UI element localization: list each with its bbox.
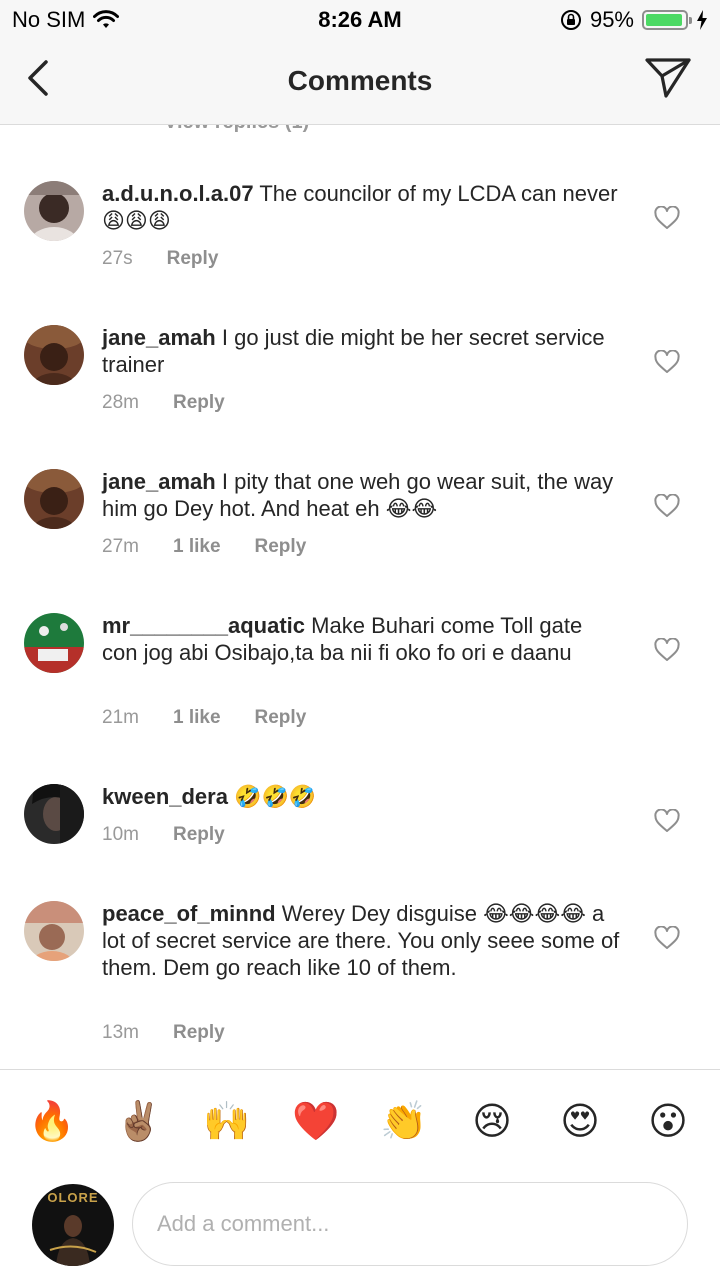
comment-time: 27s [102,248,133,269]
comment-content: 🤣🤣🤣 [234,784,317,809]
reply-button[interactable]: Reply [255,707,307,729]
comment-username[interactable]: a.d.u.n.o.l.a.07 [102,181,254,206]
comment-username[interactable]: peace_of_minnd [102,901,276,926]
comment-username[interactable]: jane_amah [102,469,216,494]
comment-meta: 27s Reply [102,248,218,270]
fire-emoji-button[interactable]: 🔥 [28,1098,76,1146]
charging-bolt-icon [697,10,707,30]
comment-time: 27m [102,536,139,557]
battery-icon [642,10,692,30]
comment-time: 13m [102,1022,139,1043]
status-bar: No SIM 8:26 AM 95% [0,0,720,40]
clapping-hands-emoji-button[interactable]: 👏 [380,1098,428,1146]
quick-emoji-bar: 🔥 ✌🏽 🙌 ❤️ 👏 😢 😍 😮 [0,1098,720,1150]
status-right: 95% [560,7,708,33]
navigation-bar: Comments [0,40,720,125]
comment-input[interactable] [132,1182,688,1266]
avatar[interactable] [24,613,84,673]
reply-button[interactable]: Reply [173,392,225,414]
crying-face-emoji-button[interactable]: 😢 [468,1098,516,1146]
heart-icon[interactable] [654,494,680,518]
reply-button[interactable]: Reply [255,536,307,558]
likes-count[interactable]: 1 like [173,536,221,558]
comment-time: 28m [102,392,139,413]
reply-button[interactable]: Reply [173,824,225,846]
avatar[interactable] [24,325,84,385]
comment-username[interactable]: mr________aquatic [102,613,305,638]
heart-icon[interactable] [654,926,680,950]
comment-text: mr________aquatic Make Buhari come Toll … [102,612,622,666]
comment-username[interactable]: kween_dera [102,784,228,809]
avatar[interactable] [24,784,84,844]
heart-eyes-emoji-button[interactable]: 😍 [556,1098,604,1146]
avatar[interactable] [24,901,84,961]
view-replies-link[interactable]: View replies (1) [164,125,309,134]
current-user-avatar: OLORE [32,1184,114,1266]
comment-meta: 21m 1 like Reply [102,707,306,729]
orientation-lock-icon [560,10,581,30]
reply-button[interactable]: Reply [167,248,219,270]
comment-time: 10m [102,824,139,845]
comment-text: a.d.u.n.o.l.a.07 The councilor of my LCD… [102,180,622,234]
reply-button[interactable]: Reply [173,1022,225,1044]
victory-hand-emoji-button[interactable]: ✌🏽 [115,1098,163,1146]
surprised-face-emoji-button[interactable]: 😮 [644,1098,692,1146]
comment-meta: 10m Reply [102,824,225,846]
comment-meta: 28m Reply [102,392,225,414]
comment-text: jane_amah I pity that one weh go wear su… [102,468,622,522]
heart-icon[interactable] [654,350,680,374]
comment-text: jane_amah I go just die might be her sec… [102,324,622,378]
comment-meta: 13m Reply [102,1022,225,1044]
battery-percent: 95% [589,7,634,32]
avatar[interactable] [24,181,84,241]
comment-meta: 27m 1 like Reply [102,536,306,558]
paper-plane-icon[interactable] [644,56,692,100]
avatar[interactable] [24,469,84,529]
page-title: Comments [287,65,433,96]
comment-username[interactable]: jane_amah [102,325,216,350]
comment-text: peace_of_minnd Werey Dey disguise 😂😂😂😂 a… [102,900,622,981]
battery-level [646,14,683,26]
raised-hands-emoji-button[interactable]: 🙌 [203,1098,251,1146]
heart-icon[interactable] [654,206,680,230]
comment-composer-area: 🔥 ✌🏽 🙌 ❤️ 👏 😢 😍 😮 OLORE [0,1069,720,1281]
heart-icon[interactable] [654,809,680,833]
likes-count[interactable]: 1 like [173,707,221,729]
comment-text: kween_dera 🤣🤣🤣 [102,783,622,810]
comment-time: 21m [102,707,139,728]
red-heart-emoji-button[interactable]: ❤️ [292,1098,340,1146]
comments-list[interactable]: View replies (1) a.d.u.n.o.l.a.07 The co… [0,125,720,1069]
heart-icon[interactable] [654,638,680,662]
